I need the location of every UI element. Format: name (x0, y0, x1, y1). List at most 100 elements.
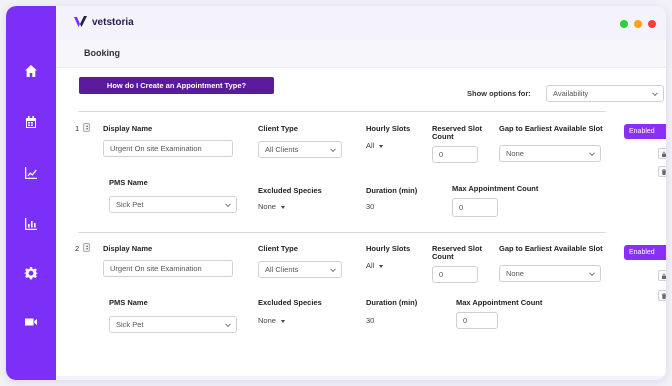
display-name-input[interactable]: Urgent On site Examination (103, 140, 233, 157)
max-appointment-value: 0 (459, 203, 464, 212)
maximize-dot[interactable] (620, 20, 628, 28)
excluded-species-value: None (258, 202, 276, 211)
delete-button[interactable] (658, 166, 666, 177)
excluded-species-dropdown[interactable]: None (258, 202, 285, 211)
gap-label: Gap to Earliest Available Slot (499, 124, 603, 133)
display-name-label: Display Name (103, 244, 153, 253)
brand-logo[interactable]: vetstoria (74, 16, 134, 28)
main-content: How do I Create an Appointment Type? Sho… (56, 68, 666, 380)
duration-label: Duration (min) (366, 186, 418, 195)
reserved-slot-label: Reserved Slot Count (432, 124, 483, 141)
excluded-species-value: None (258, 316, 276, 325)
display-name-value: Urgent On site Examination (110, 144, 202, 153)
client-type-label: Client Type (258, 124, 298, 133)
toggle-label: Enabled (629, 128, 655, 135)
chevron-down-icon (330, 265, 336, 272)
chevron-down-icon (330, 145, 336, 152)
reserved-slot-label: Reserved Slot Count (432, 244, 483, 261)
max-appointment-label: Max Appointment Count (456, 298, 543, 307)
gap-value: None (506, 149, 524, 158)
max-appointment-input[interactable]: 0 (456, 312, 498, 329)
row-index: 1 (75, 124, 80, 133)
chevron-down-icon (589, 269, 595, 276)
reserved-slot-value: 0 (439, 270, 444, 279)
hourly-slots-dropdown[interactable]: All (366, 141, 384, 150)
display-name-input[interactable]: Urgent On site Examination (103, 260, 233, 277)
chevron-down-icon (652, 89, 658, 96)
app-window: vetstoria Booking How do I Create an App… (6, 6, 666, 380)
client-type-value: All Clients (265, 145, 299, 154)
calendar-icon[interactable] (21, 112, 41, 132)
show-options-select[interactable]: Availability (546, 85, 664, 102)
pms-name-value: Sick Pet (116, 200, 144, 209)
pms-name-select[interactable]: Sick Pet (109, 316, 237, 333)
top-bar: vetstoria (56, 6, 666, 40)
hourly-slots-label: Hourly Slots (366, 124, 411, 133)
client-type-select[interactable]: All Clients (258, 261, 342, 278)
close-dot[interactable] (648, 20, 656, 28)
trash-icon (661, 292, 666, 299)
reserved-slot-value: 0 (439, 150, 444, 159)
caret-down-icon (379, 144, 384, 148)
enabled-toggle[interactable]: Enabled (624, 245, 666, 260)
client-type-select[interactable]: All Clients (258, 141, 342, 158)
duration-value: 30 (366, 316, 375, 325)
home-icon[interactable] (21, 61, 41, 81)
video-icon[interactable] (21, 312, 41, 332)
pms-name-label: PMS Name (109, 178, 148, 187)
lock-icon (661, 273, 666, 279)
appointment-row-1: 1 Display Name Urgent On site Examinatio… (56, 120, 666, 236)
enabled-toggle[interactable]: Enabled (624, 124, 666, 139)
caret-down-icon (379, 264, 384, 268)
window-controls (620, 20, 656, 28)
trash-icon (661, 168, 666, 175)
pms-name-label: PMS Name (109, 298, 148, 307)
pms-name-value: Sick Pet (116, 320, 144, 329)
show-options-value: Availability (553, 89, 589, 98)
gear-icon[interactable] (21, 263, 41, 283)
excluded-species-dropdown[interactable]: None (258, 316, 285, 325)
minimize-dot[interactable] (634, 20, 642, 28)
toggle-label: Enabled (629, 249, 655, 256)
brand-logo-mark (74, 16, 87, 27)
excluded-species-label: Excluded Species (258, 298, 322, 307)
excluded-species-label: Excluded Species (258, 186, 322, 195)
gap-select[interactable]: None (499, 145, 601, 162)
page-header: Booking (56, 40, 666, 68)
help-create-appointment-button[interactable]: How do I Create an Appointment Type? (79, 77, 274, 94)
divider (78, 111, 606, 112)
reserved-slot-input[interactable]: 0 (432, 266, 478, 283)
lock-button[interactable] (658, 148, 666, 159)
reorder-handle-icon[interactable] (83, 123, 90, 132)
display-name-label: Display Name (103, 124, 153, 133)
bar-chart-icon[interactable] (21, 214, 41, 234)
duration-label: Duration (min) (366, 298, 418, 307)
caret-down-icon (280, 205, 285, 209)
chevron-down-icon (589, 149, 595, 156)
delete-button[interactable] (658, 290, 666, 301)
gap-select[interactable]: None (499, 265, 601, 282)
hourly-slots-value: All (366, 261, 375, 270)
brand-name: vetstoria (92, 16, 134, 28)
reorder-handle-icon[interactable] (83, 243, 90, 252)
row-index: 2 (75, 244, 80, 253)
show-options-label: Show options for: (467, 89, 531, 98)
sidebar (6, 6, 56, 380)
page-title: Booking (84, 48, 120, 58)
max-appointment-input[interactable]: 0 (452, 198, 498, 217)
lock-button[interactable] (658, 270, 666, 281)
hourly-slots-label: Hourly Slots (366, 244, 411, 253)
duration-value: 30 (366, 202, 375, 211)
trend-chart-icon[interactable] (21, 163, 41, 183)
max-appointment-value: 0 (463, 316, 468, 325)
max-appointment-label: Max Appointment Count (452, 184, 539, 193)
gap-label: Gap to Earliest Available Slot (499, 244, 603, 253)
hourly-slots-value: All (366, 141, 375, 150)
caret-down-icon (280, 319, 285, 323)
hourly-slots-dropdown[interactable]: All (366, 261, 384, 270)
display-name-value: Urgent On site Examination (110, 264, 202, 273)
chevron-down-icon (225, 320, 231, 327)
pms-name-select[interactable]: Sick Pet (109, 196, 237, 213)
reserved-slot-input[interactable]: 0 (432, 146, 478, 163)
divider (78, 232, 606, 233)
